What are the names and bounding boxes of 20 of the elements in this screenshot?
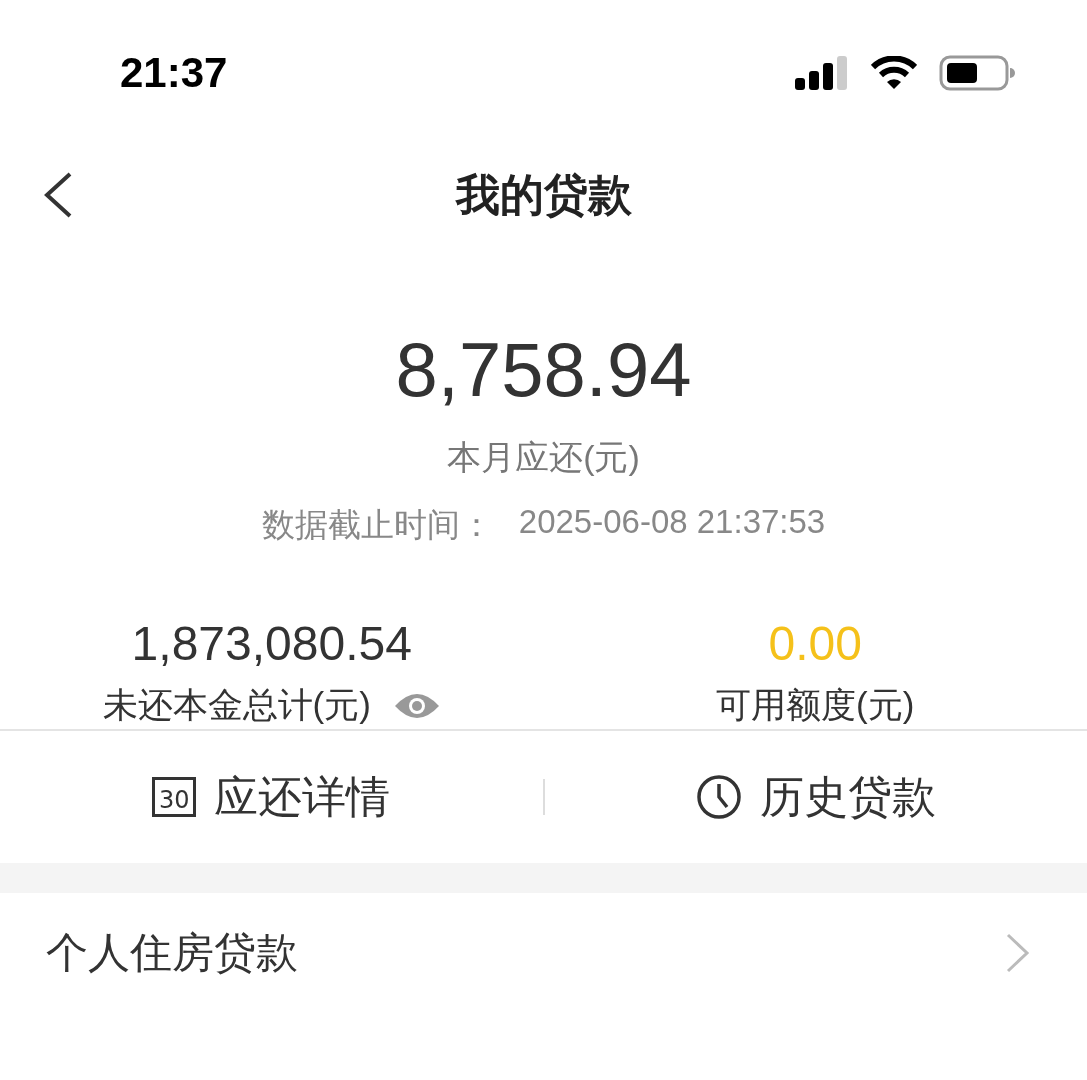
stat-label: 可用额度(元) — [716, 684, 915, 726]
action-button[interactable]: 历史贷款 — [544, 767, 1087, 827]
monthly-amount: 8,758.94 — [395, 326, 692, 414]
page-title: 我的贷款 — [455, 168, 632, 221]
signal-icon — [795, 55, 849, 90]
calendar-icon: 30 — [152, 777, 197, 817]
clock-icon — [695, 774, 742, 820]
wifi-icon — [871, 55, 917, 90]
chevron-icon — [1005, 932, 1031, 974]
action-button[interactable]: 30 应还详情 — [0, 767, 543, 827]
amount-label: 本月应还(元) — [447, 437, 640, 478]
stat-label: 未还本金总计(元) — [102, 684, 371, 726]
battery-icon — [939, 54, 1015, 91]
loan-row[interactable]: 个人住房贷款 — [0, 893, 1087, 1013]
status-time: 21:37 — [120, 48, 228, 97]
stat-value: 0.00 — [768, 616, 862, 672]
update-label: 数据截止时间： — [261, 505, 493, 545]
stat-value: 1,873,080.54 — [131, 616, 412, 672]
back-icon[interactable] — [42, 171, 74, 219]
update-time: 2025-06-08 21:37:53 — [518, 503, 826, 542]
